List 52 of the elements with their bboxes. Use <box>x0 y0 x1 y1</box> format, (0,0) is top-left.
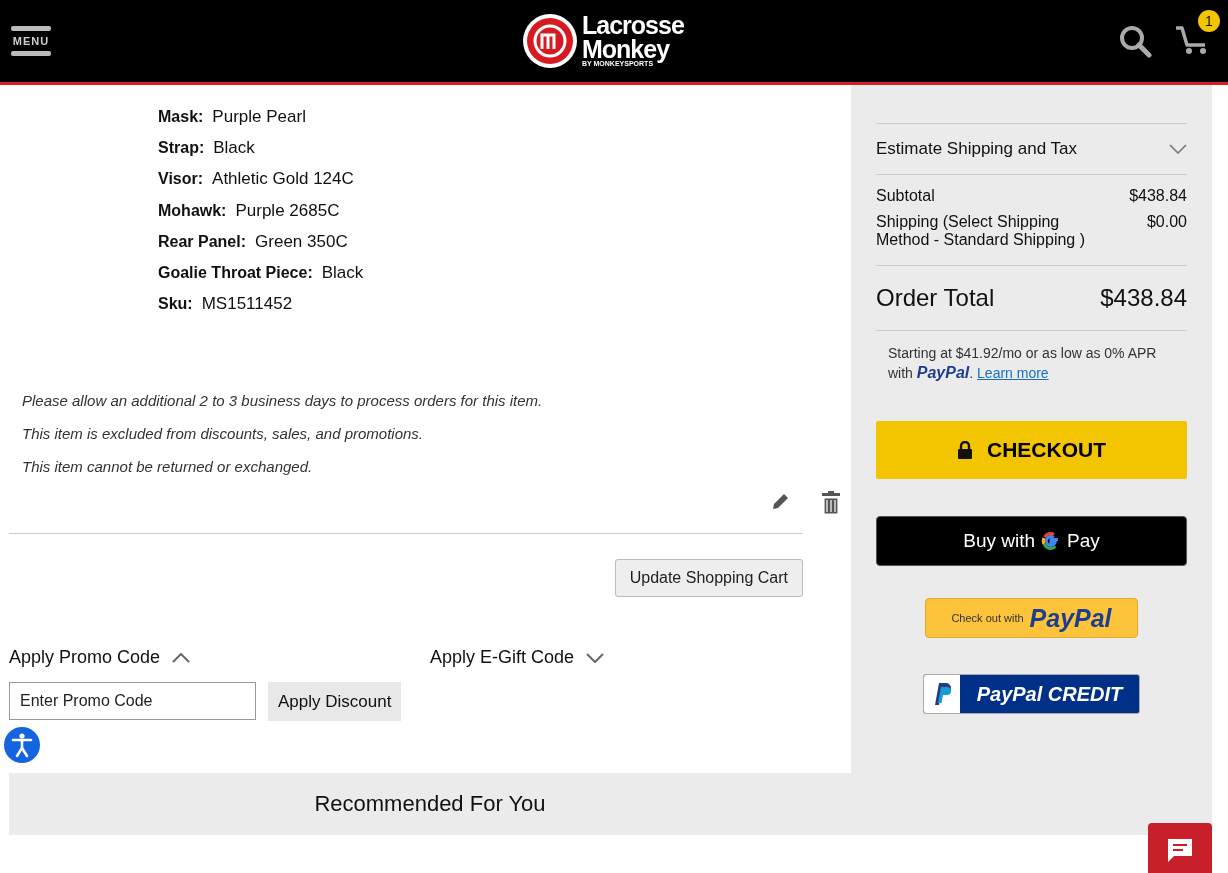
spec-value: Black <box>321 263 364 284</box>
order-total-value: $438.84 <box>1100 284 1187 312</box>
spec-label: Sku: <box>158 295 193 314</box>
summary-value: $0.00 <box>1146 213 1187 232</box>
spec-label: Mohawk: <box>158 201 227 220</box>
logo-text: Lacrosse <box>582 13 684 38</box>
apply-discount-button[interactable]: Apply Discount <box>268 682 402 722</box>
learn-more-link[interactable]: Learn more <box>977 365 1049 381</box>
chevron-down-icon[interactable] <box>1169 144 1187 154</box>
checkout-button[interactable]: CHECKOUT <box>876 421 1187 479</box>
code-toggle-label[interactable]: Apply Promo Code <box>9 647 161 669</box>
chat-icon <box>1166 837 1194 863</box>
section-heading: Recommended For You <box>314 791 546 818</box>
spec-label: Goalie Throat Piece: <box>158 264 313 283</box>
logo-text: Monkey <box>582 37 671 62</box>
order-total-label: Order Total <box>876 284 995 312</box>
spec-value: Black <box>213 137 255 158</box>
search-icon[interactable] <box>1118 24 1152 58</box>
paypal-checkout-button[interactable]: Check out with PayPal <box>925 598 1138 638</box>
financing-text: Starting at $41.92/mo or as low as 0% APR with PayPal. Learn more <box>888 344 1158 383</box>
chevron-down-icon[interactable] <box>586 652 605 663</box>
menu-button[interactable]: MENU <box>10 26 52 56</box>
google-pay-button[interactable]: Buy with Pay <box>876 516 1187 566</box>
paypal-p-icon <box>932 682 952 706</box>
spec-label: Visor: <box>158 170 204 189</box>
promo-code-field[interactable]: Enter Promo Code <box>9 682 256 721</box>
cart-count-badge: 1 <box>1198 10 1220 32</box>
spec-value: Green 350C <box>255 231 348 252</box>
spec-value: MS1511452 <box>201 294 293 315</box>
chat-button[interactable] <box>1148 823 1212 873</box>
item-note: This item cannot be returned or exchanged. <box>22 458 314 476</box>
spec-label: Rear Panel: <box>158 232 247 251</box>
summary-value: $438.84 <box>1129 187 1187 205</box>
estimate-shipping-toggle[interactable]: Estimate Shipping and Tax <box>876 139 1077 159</box>
item-note: Please allow an additional 2 to 3 business days to process orders for this item. <box>22 392 544 410</box>
summary-label: Shipping (Select Shipping Method - Standard Shipping ) <box>876 213 1086 249</box>
trash-icon[interactable] <box>821 491 841 516</box>
spec-value: Purple 2685C <box>235 200 340 221</box>
spec-value: Purple Pearl <box>212 106 306 127</box>
spec-label: Strap: <box>158 138 205 157</box>
logo-icon <box>522 13 578 69</box>
spec-label: Mask: <box>158 107 204 126</box>
spec-value: Athletic Gold 124C <box>212 169 354 190</box>
summary-label: Subtotal <box>876 187 936 205</box>
update-cart-button[interactable]: Update Shopping Cart <box>614 559 803 598</box>
accessibility-icon[interactable] <box>4 727 40 764</box>
code-toggle-label[interactable]: Apply E-Gift Code <box>430 647 575 669</box>
item-note: This item is excluded from discounts, sales, and promotions. <box>22 425 424 443</box>
chevron-up-icon[interactable] <box>172 652 191 663</box>
paypal-credit-button[interactable]: PayPal CREDIT <box>923 674 1140 714</box>
edit-icon[interactable] <box>771 491 791 512</box>
lock-icon <box>957 441 973 459</box>
